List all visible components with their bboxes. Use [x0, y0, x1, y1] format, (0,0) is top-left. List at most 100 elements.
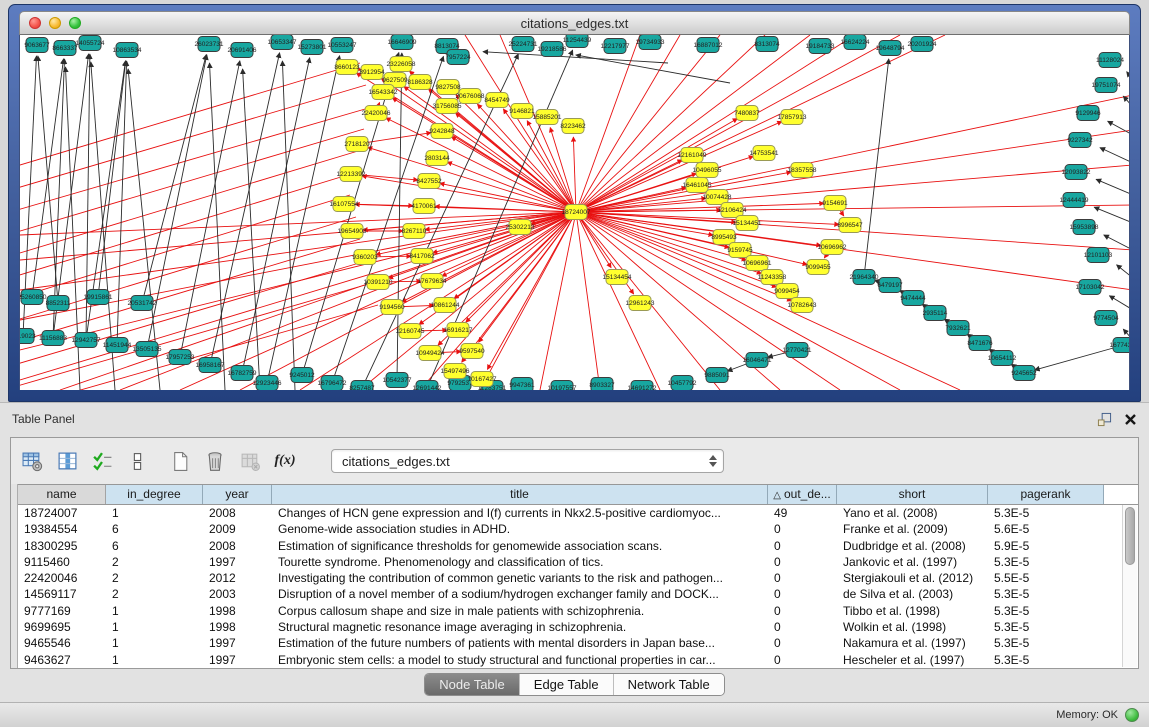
graph-node[interactable]: 9063677: [24, 38, 50, 53]
graph-node[interactable]: 17679634: [418, 274, 447, 289]
graph-node[interactable]: 9194560: [379, 300, 405, 315]
tab-edge-table[interactable]: Edge Table: [519, 674, 613, 695]
column-header-out-degree[interactable]: △out_de...: [768, 485, 837, 504]
graph-node[interactable]: 10861244: [431, 298, 460, 313]
table-cell[interactable]: 1997: [203, 635, 272, 651]
graph-node[interactable]: 19915861: [84, 290, 113, 305]
table-cell[interactable]: 5.3E-5: [988, 635, 1104, 651]
table-cell[interactable]: 9465546: [18, 635, 106, 651]
graph-node[interactable]: 15134454: [603, 270, 632, 285]
table-row[interactable]: 2242004622012Investigating the contribut…: [18, 570, 1122, 586]
graph-node[interactable]: 8912954: [359, 65, 385, 80]
tab-network-table[interactable]: Network Table: [613, 674, 724, 695]
graph-node[interactable]: 16796472: [318, 376, 347, 391]
graph-node[interactable]: 15885201: [533, 110, 562, 125]
graph-node[interactable]: 16107554: [330, 197, 359, 212]
table-cell[interactable]: 19384554: [18, 521, 106, 537]
graph-node[interactable]: 10653347: [268, 35, 297, 50]
table-cell[interactable]: Corpus callosum shape and size in male p…: [272, 603, 768, 619]
table-row[interactable]: 1872400712008Changes of HCN gene express…: [18, 505, 1122, 521]
table-row[interactable]: 1830029562008Estimation of significance …: [18, 538, 1122, 554]
table-cell[interactable]: 0: [768, 586, 837, 602]
graph-node[interactable]: 11254439: [563, 35, 592, 48]
graph-node[interactable]: 8186328: [407, 75, 433, 90]
graph-node[interactable]: 9245012: [289, 368, 315, 383]
graph-node[interactable]: 8660123: [334, 60, 360, 75]
table-cell[interactable]: 2003: [203, 586, 272, 602]
graph-node[interactable]: 15273801: [298, 40, 327, 55]
graph-node[interactable]: 19218586: [538, 42, 567, 57]
graph-node[interactable]: 8663337: [52, 41, 78, 56]
graph-node[interactable]: 8267110: [402, 224, 427, 239]
graph-node[interactable]: 9885091: [704, 368, 730, 383]
graph-node[interactable]: 9947361: [509, 378, 535, 391]
table-row[interactable]: 977716911998Corpus callosum shape and si…: [18, 603, 1122, 619]
table-cell[interactable]: 0: [768, 619, 837, 635]
graph-node[interactable]: 9919023: [20, 329, 36, 344]
table-cell[interactable]: 0: [768, 554, 837, 570]
graph-node[interactable]: 8996547: [837, 218, 863, 233]
graph-node[interactable]: 2803144: [424, 151, 450, 166]
graph-node[interactable]: 15134451: [733, 216, 762, 231]
table-cell[interactable]: 5.3E-5: [988, 554, 1104, 570]
graph-node[interactable]: 8417062: [409, 249, 435, 264]
graph-node[interactable]: 19654903: [338, 224, 367, 239]
graph-node[interactable]: 12217977: [601, 39, 630, 54]
column-header-name[interactable]: name: [18, 485, 106, 504]
table-cell[interactable]: 2009: [203, 521, 272, 537]
graph-node[interactable]: 12923446: [253, 376, 282, 391]
graph-node[interactable]: 14753541: [750, 146, 779, 161]
graph-node[interactable]: 10197557: [548, 381, 577, 391]
table-cell[interactable]: 1: [106, 603, 203, 619]
graph-node[interactable]: 17103042: [1076, 280, 1105, 295]
graph-node[interactable]: 8852311: [46, 296, 71, 311]
graph-node[interactable]: 10654112: [988, 351, 1017, 366]
scrollbar-thumb[interactable]: [1125, 507, 1135, 565]
graph-node[interactable]: 8223462: [560, 119, 586, 134]
graph-node[interactable]: 10496055: [693, 163, 722, 178]
graph-node[interactable]: 10553247: [328, 38, 357, 53]
graph-node[interactable]: 11243358: [758, 270, 787, 285]
table-selector-dropdown[interactable]: citations_edges.txt: [331, 449, 724, 473]
table-cell[interactable]: 5.3E-5: [988, 603, 1104, 619]
table-row[interactable]: 969969511998Structural magnetic resonanc…: [18, 619, 1122, 635]
table-cell[interactable]: Tourette syndrome. Phenomenology and cla…: [272, 554, 768, 570]
table-cell[interactable]: 9777169: [18, 603, 106, 619]
graph-node[interactable]: 7932621: [945, 321, 971, 336]
graph-node[interactable]: 17857913: [778, 110, 807, 125]
graph-node[interactable]: 19751074: [1092, 78, 1121, 93]
graph-node[interactable]: 15497496: [441, 364, 470, 379]
graph-node[interactable]: 12161049: [678, 148, 707, 163]
graph-node[interactable]: 16624224: [841, 35, 870, 50]
graph-node[interactable]: 23226058: [387, 57, 416, 72]
graph-node[interactable]: 9129946: [1075, 106, 1101, 121]
table-cell[interactable]: 1998: [203, 603, 272, 619]
table-cell[interactable]: Estimation of significance thresholds fo…: [272, 538, 768, 554]
graph-node[interactable]: 10949424: [416, 346, 445, 361]
vertical-scrollbar[interactable]: [1122, 505, 1137, 667]
graph-node[interactable]: 11451944: [103, 338, 132, 353]
row-stack-icon[interactable]: [126, 450, 148, 472]
table-cell[interactable]: 5.6E-5: [988, 521, 1104, 537]
graph-node[interactable]: 16543342: [369, 85, 398, 100]
table-cell[interactable]: 49: [768, 505, 837, 521]
table-cell[interactable]: 0: [768, 570, 837, 586]
graph-node[interactable]: 10391210: [364, 275, 393, 290]
graph-node[interactable]: 7480837: [734, 106, 760, 121]
graph-node[interactable]: 2935114: [923, 306, 948, 321]
table-cell[interactable]: 0: [768, 603, 837, 619]
graph-node[interactable]: 10696962: [818, 240, 847, 255]
graph-node[interactable]: 18357558: [788, 163, 817, 178]
graph-node[interactable]: 16887012: [694, 38, 723, 53]
table-cell[interactable]: Franke et al. (2009): [837, 521, 988, 537]
new-column-icon[interactable]: [169, 450, 191, 472]
graph-node[interactable]: 9227342: [1067, 133, 1093, 148]
graph-node[interactable]: 9774504: [1093, 311, 1119, 326]
network-canvas[interactable]: 9063677866333714055724108635342602373120…: [19, 35, 1130, 390]
graph-node[interactable]: 16646909: [388, 35, 417, 50]
graph-node[interactable]: 12961243: [626, 296, 655, 311]
table-cell[interactable]: Structural magnetic resonance image aver…: [272, 619, 768, 635]
table-cell[interactable]: 0: [768, 635, 837, 651]
graph-node[interactable]: 4170061: [411, 199, 437, 214]
graph-node[interactable]: 2718120: [344, 137, 370, 152]
